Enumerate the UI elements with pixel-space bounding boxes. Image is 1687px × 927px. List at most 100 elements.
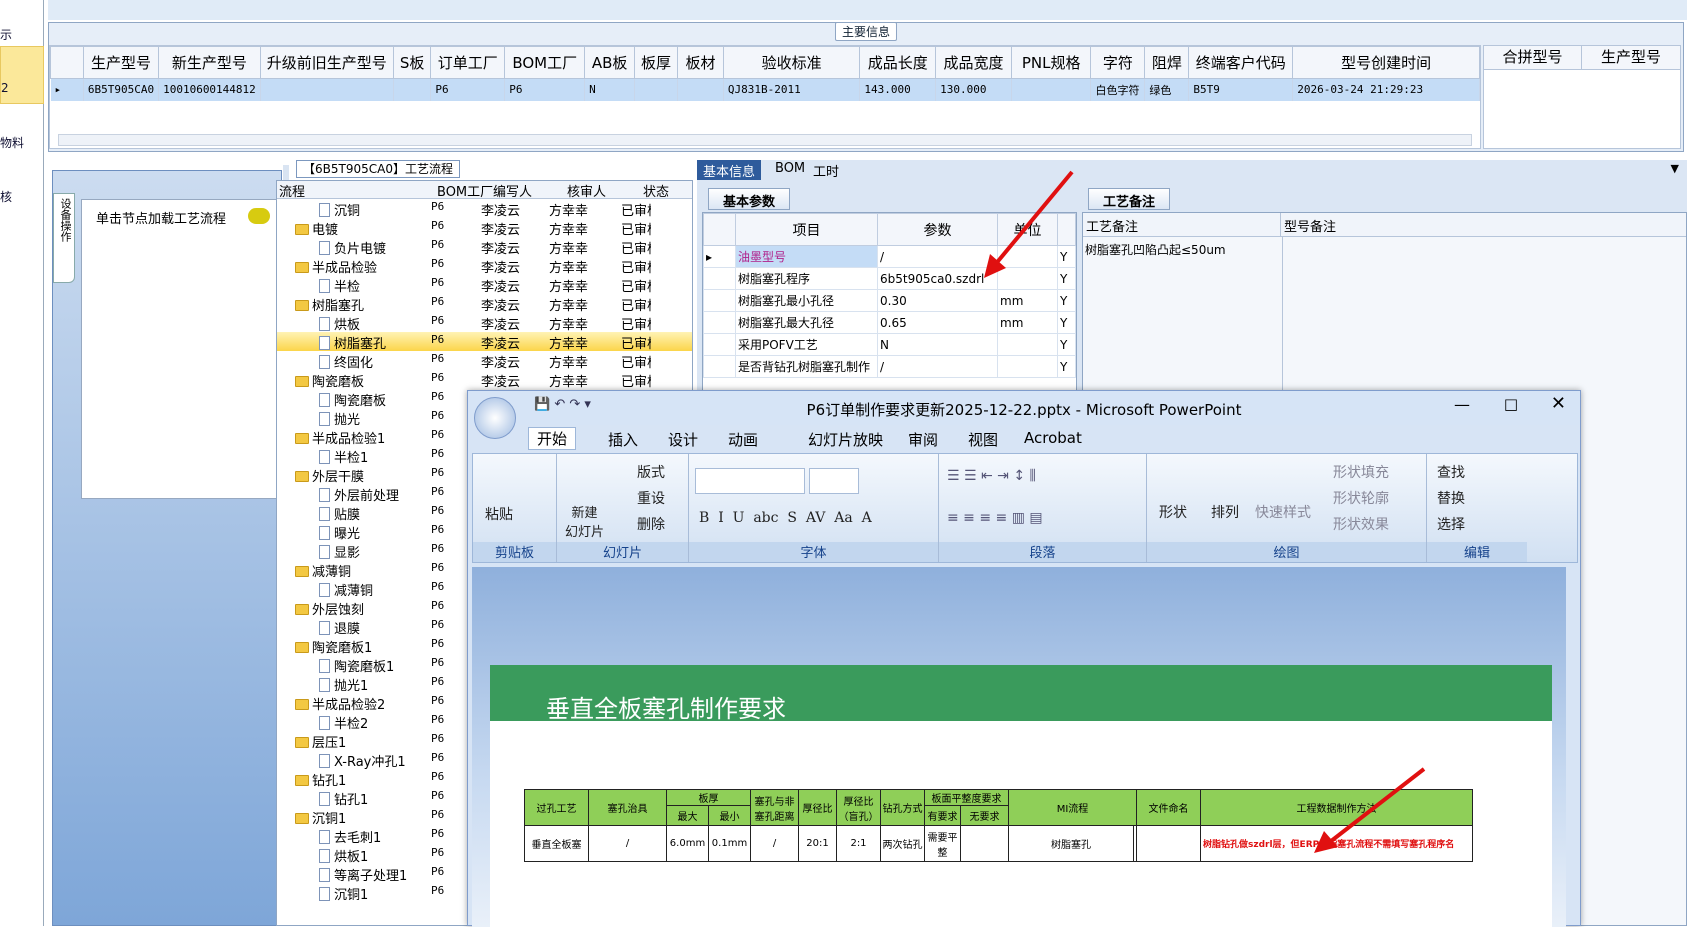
- reset-button[interactable]: 重设: [637, 488, 665, 508]
- main-col-header[interactable]: 板厚: [634, 46, 679, 79]
- process-note-text[interactable]: 树脂塞孔凹陷凸起≤50um: [1085, 241, 1226, 258]
- main-cell[interactable]: [634, 78, 679, 101]
- main-col-header[interactable]: 升级前旧生产型号: [259, 46, 394, 79]
- main-col-header[interactable]: BOM工厂: [504, 46, 586, 79]
- delete-button[interactable]: 删除: [637, 514, 665, 534]
- slide-editing-area[interactable]: 垂直全板塞孔制作要求 过孔工艺 塞孔治具 板厚 塞孔与非塞孔距离 厚径比 厚径比…: [472, 567, 1566, 927]
- slide[interactable]: 垂直全板塞孔制作要求 过孔工艺 塞孔治具 板厚 塞孔与非塞孔距离 厚径比 厚径比…: [490, 665, 1552, 927]
- main-col-header[interactable]: 验收标准: [722, 46, 861, 79]
- main-cell[interactable]: 2026-03-24 21:29:23: [1292, 78, 1480, 101]
- tab-animation[interactable]: 动画: [728, 429, 758, 450]
- main-col-header[interactable]: 生产型号: [82, 46, 160, 79]
- main-cell[interactable]: P6: [504, 78, 586, 101]
- tree-row[interactable]: 电镀 P6 李凌云 方幸幸 已审核: [277, 218, 692, 238]
- document-icon: [319, 355, 330, 369]
- document-icon: [319, 526, 330, 540]
- main-col-header[interactable]: 成品宽度: [935, 46, 1012, 79]
- param-row[interactable]: 树脂塞孔最大孔径 0.65 mm Y: [703, 311, 1076, 334]
- main-col-header[interactable]: S板: [392, 46, 432, 79]
- tab-bom[interactable]: BOM: [769, 160, 811, 180]
- nav-item-1[interactable]: 示: [0, 26, 44, 43]
- select-button[interactable]: 选择: [1437, 514, 1465, 534]
- align-buttons[interactable]: ≡ ≡ ≡ ≡ ▥ ▤: [947, 510, 1043, 526]
- main-info-title: 主要信息: [834, 22, 898, 41]
- replace-button[interactable]: 替换: [1437, 488, 1465, 508]
- main-col-header[interactable]: 新生产型号: [158, 46, 261, 79]
- font-format-buttons[interactable]: B I U abc S AV Aa A: [699, 510, 872, 526]
- param-row[interactable]: 是否背钻孔树脂塞孔制作 / Y: [703, 355, 1076, 378]
- tab-process-notes[interactable]: 工艺备注: [1088, 188, 1171, 210]
- document-icon: [319, 716, 330, 730]
- list-buttons[interactable]: ☰ ☰ ⇤ ⇥ ↕ ⫼: [947, 468, 1036, 484]
- main-cell[interactable]: 143.000: [859, 78, 937, 101]
- main-cell[interactable]: [677, 78, 724, 101]
- font-name-field[interactable]: [695, 468, 805, 494]
- tree-row[interactable]: 树脂塞孔 P6 李凌云 方幸幸 已审核: [277, 332, 692, 352]
- main-col-header[interactable]: 字符: [1090, 46, 1146, 79]
- main-col-header[interactable]: 成品长度: [859, 46, 937, 79]
- main-cell[interactable]: 绿色: [1144, 78, 1190, 101]
- main-cell[interactable]: [260, 78, 394, 101]
- main-cell[interactable]: 130.000: [935, 78, 1012, 101]
- param-row[interactable]: 采用POFV工艺 N Y: [703, 333, 1076, 356]
- tab-basic-params[interactable]: 基本参数: [708, 188, 791, 210]
- main-cell[interactable]: QJ831B-2011: [723, 78, 861, 101]
- sidebar-hint: 单击节点加载工艺流程: [96, 212, 227, 227]
- close-icon[interactable]: ✕: [1551, 393, 1566, 414]
- tab-worktime[interactable]: 工时: [807, 160, 845, 180]
- tree-row[interactable]: 终固化 P6 李凌云 方幸幸 已审核: [277, 351, 692, 371]
- paste-button[interactable]: 粘贴: [485, 504, 513, 524]
- sidebar-vertical-tab[interactable]: 设备操作: [53, 193, 75, 283]
- tree-row[interactable]: 沉铜 P6 李凌云 方幸幸 已审核: [277, 199, 692, 219]
- tab-design[interactable]: 设计: [668, 429, 698, 450]
- layout-button[interactable]: 版式: [637, 462, 665, 482]
- main-cell[interactable]: [393, 78, 432, 101]
- main-col-header[interactable]: 终端客户代码: [1188, 46, 1294, 79]
- horizontal-scrollbar[interactable]: [58, 134, 1472, 146]
- main-cell[interactable]: B5T9: [1188, 78, 1294, 101]
- tree-row[interactable]: 负片电镀 P6 李凌云 方幸幸 已审核: [277, 237, 692, 257]
- minimize-icon[interactable]: —: [1454, 395, 1470, 414]
- tree-row[interactable]: 烘板 P6 李凌云 方幸幸 已审核: [277, 313, 692, 333]
- nav-item-4[interactable]: 核: [0, 188, 44, 205]
- maximize-icon[interactable]: □: [1504, 395, 1518, 413]
- main-col-header[interactable]: 阻焊: [1144, 46, 1190, 79]
- new-slide-button[interactable]: 新建 幻灯片: [565, 502, 604, 540]
- main-col-header[interactable]: 订单工厂: [430, 46, 506, 79]
- shapes-button[interactable]: 形状: [1159, 502, 1187, 522]
- sidebar-hint-box[interactable]: 单击节点加载工艺流程: [81, 199, 277, 499]
- main-col-header[interactable]: 板材: [677, 46, 724, 79]
- arrange-button[interactable]: 排列: [1211, 502, 1239, 522]
- tree-row[interactable]: 半检 P6 李凌云 方幸幸 已审核: [277, 275, 692, 295]
- main-col-header[interactable]: PNL规格: [1010, 46, 1092, 79]
- find-button[interactable]: 查找: [1437, 462, 1465, 482]
- tab-acrobat[interactable]: Acrobat: [1024, 429, 1082, 447]
- main-cell[interactable]: 10010600144812: [158, 78, 261, 101]
- main-cell[interactable]: N: [584, 78, 636, 101]
- main-cell[interactable]: P6: [430, 78, 506, 101]
- tab-insert[interactable]: 插入: [608, 429, 638, 450]
- main-cell[interactable]: [1011, 78, 1092, 101]
- shape-outline-button[interactable]: 形状轮廓: [1333, 488, 1389, 508]
- tab-slideshow[interactable]: 幻灯片放映: [808, 429, 883, 450]
- main-cell[interactable]: 白色字符: [1090, 78, 1146, 101]
- font-size-field[interactable]: [809, 468, 859, 494]
- tab-home[interactable]: 开始: [528, 427, 577, 450]
- tab-basic-info[interactable]: 基本信息: [697, 160, 762, 180]
- main-col-header[interactable]: 型号创建时间: [1292, 46, 1480, 79]
- tree-row[interactable]: 半成品检验 P6 李凌云 方幸幸 已审核: [277, 256, 692, 276]
- param-row[interactable]: 树脂塞孔最小孔径 0.30 mm Y: [703, 289, 1076, 312]
- tree-row[interactable]: 树脂塞孔 P6 李凌云 方幸幸 已审核: [277, 294, 692, 314]
- tree-row[interactable]: 陶瓷磨板 P6 李凌云 方幸幸 已审核: [277, 370, 692, 390]
- nav-item-2[interactable]: 2: [0, 46, 44, 104]
- quick-style-button[interactable]: 快速样式: [1255, 502, 1311, 522]
- shape-effect-button[interactable]: 形状效果: [1333, 514, 1389, 534]
- shape-fill-button[interactable]: 形状填充: [1333, 462, 1389, 482]
- nav-item-3[interactable]: 物料: [0, 134, 44, 151]
- main-col-header[interactable]: AB板: [584, 46, 636, 79]
- chevron-down-icon[interactable]: ▼: [1671, 162, 1679, 175]
- table-row[interactable]: ▸ 6B5T905CA0 10010600144812 P6 P6 N QJ831B-201…: [50, 78, 1480, 101]
- tab-view[interactable]: 视图: [968, 429, 998, 450]
- main-cell[interactable]: 6B5T905CA0: [83, 78, 160, 101]
- tab-review[interactable]: 审阅: [908, 429, 938, 450]
